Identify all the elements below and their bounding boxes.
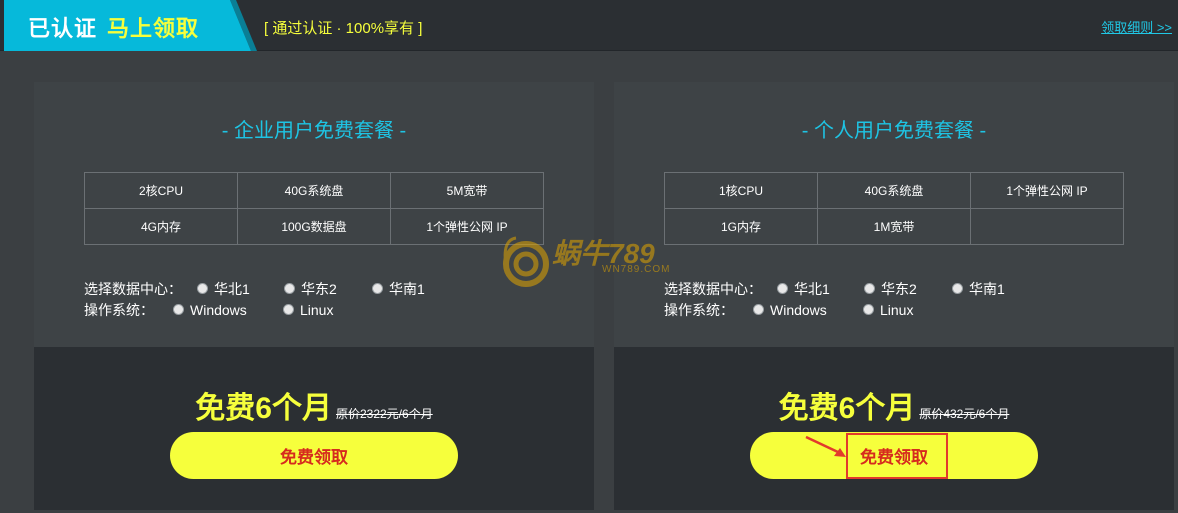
radio-label: Windows	[190, 301, 247, 318]
spec-cell: 1个弹性公网 IP	[390, 208, 544, 245]
radio-label: 华南1	[389, 280, 425, 297]
header-subtitle: [ 通过认证 · 100%享有 ]	[264, 20, 423, 37]
radio-os-linux[interactable]: Linux	[863, 302, 913, 318]
radio-circle[interactable]	[283, 304, 294, 315]
card-price-area: 免费6个月 原价2322元/6个月 免费领取	[34, 347, 594, 510]
radio-os-windows[interactable]: Windows	[753, 302, 863, 318]
radio-circle[interactable]	[197, 283, 208, 294]
radio-label: Windows	[770, 301, 827, 318]
radio-label: 华南1	[969, 280, 1005, 297]
radio-datacenter-east2[interactable]: 华东2	[864, 279, 952, 299]
radio-datacenter-north1[interactable]: 华北1	[197, 279, 284, 299]
spec-cell: 1核CPU	[664, 172, 818, 209]
verified-label: 已认证	[28, 16, 98, 41]
table-row: 2核CPU 40G系统盘 5M宽带	[84, 172, 544, 209]
header-bar: 已认证 马上领取 [ 通过认证 · 100%享有 ] 领取细则 >>	[0, 0, 1178, 51]
card-title: - 个人用户免费套餐 -	[801, 120, 987, 142]
price-free-label: 免费6个月	[778, 392, 916, 425]
radio-circle[interactable]	[372, 283, 383, 294]
radio-circle[interactable]	[777, 283, 788, 294]
radio-circle[interactable]	[284, 283, 295, 294]
spec-cell: 1M宽带	[817, 208, 971, 245]
spec-table: 1核CPU 40G系统盘 1个弹性公网 IP 1G内存 1M宽带	[664, 172, 1124, 245]
radio-circle[interactable]	[952, 283, 963, 294]
os-label: 操作系统：	[84, 301, 154, 318]
radio-label: 华东2	[301, 280, 337, 297]
price-free-label: 免费6个月	[195, 392, 332, 425]
radio-label: 华北1	[214, 280, 250, 297]
spec-cell: 1G内存	[664, 208, 818, 245]
spec-cell: 40G系统盘	[237, 172, 391, 209]
radio-os-windows[interactable]: Windows	[173, 302, 283, 318]
spec-cell: 4G内存	[84, 208, 238, 245]
radio-circle[interactable]	[753, 304, 764, 315]
radio-label: 华东2	[881, 280, 917, 297]
radio-circle[interactable]	[173, 304, 184, 315]
table-row: 4G内存 100G数据盘 1个弹性公网 IP	[84, 208, 544, 245]
spec-cell: 1个弹性公网 IP	[970, 172, 1124, 209]
spec-cell: 100G数据盘	[237, 208, 391, 245]
claim-rules-link[interactable]: 领取细则 >>	[1101, 17, 1172, 36]
spec-cell: 5M宽带	[390, 172, 544, 209]
enterprise-plan-card: - 企业用户免费套餐 - 2核CPU 40G系统盘 5M宽带 4G内存 100G…	[34, 82, 594, 510]
datacenter-label: 选择数据中心：	[664, 280, 762, 297]
datacenter-row: 选择数据中心： 华北1 华东2 华南1	[84, 278, 425, 299]
spec-cell	[970, 208, 1124, 245]
spec-cell: 2核CPU	[84, 172, 238, 209]
red-arrow-icon	[805, 435, 846, 457]
card-title: - 企业用户免费套餐 -	[221, 120, 407, 142]
price-line: 免费6个月 原价432元/6个月	[614, 383, 1174, 427]
radio-label: Linux	[880, 301, 914, 318]
card-price-area: 免费6个月 原价432元/6个月 免费领取	[614, 347, 1174, 510]
claim-now-label: 马上领取	[107, 16, 200, 41]
original-price: 原价432元/6个月	[919, 407, 1010, 421]
os-row: 操作系统： Windows Linux	[664, 299, 1005, 320]
radio-circle[interactable]	[864, 283, 875, 294]
table-row: 1核CPU 40G系统盘 1个弹性公网 IP	[664, 172, 1124, 209]
radio-label: Linux	[300, 301, 334, 318]
claim-button-label: 免费领取	[280, 448, 348, 467]
highlight-annotation-box	[846, 433, 948, 479]
datacenter-row: 选择数据中心： 华北1 华东2 华南1	[664, 278, 1005, 299]
spec-table: 2核CPU 40G系统盘 5M宽带 4G内存 100G数据盘 1个弹性公网 IP	[84, 172, 544, 245]
radio-datacenter-south1[interactable]: 华南1	[952, 279, 1005, 299]
radio-label: 华北1	[794, 280, 830, 297]
radio-datacenter-north1[interactable]: 华北1	[777, 279, 864, 299]
original-price: 原价2322元/6个月	[335, 407, 433, 421]
radio-os-linux[interactable]: Linux	[283, 302, 333, 318]
datacenter-label: 选择数据中心：	[84, 280, 182, 297]
claim-free-button[interactable]: 免费领取	[170, 432, 458, 479]
table-row: 1G内存 1M宽带	[664, 208, 1124, 245]
price-line: 免费6个月 原价2322元/6个月	[34, 383, 594, 427]
radio-datacenter-east2[interactable]: 华东2	[284, 279, 372, 299]
personal-plan-card: - 个人用户免费套餐 - 1核CPU 40G系统盘 1个弹性公网 IP 1G内存…	[614, 82, 1174, 510]
os-label: 操作系统：	[664, 301, 734, 318]
spec-cell: 40G系统盘	[817, 172, 971, 209]
plan-options: 选择数据中心： 华北1 华东2 华南1 操作系统： Windows Linux	[84, 278, 425, 320]
radio-circle[interactable]	[863, 304, 874, 315]
plan-options: 选择数据中心： 华北1 华东2 华南1 操作系统： Windows Linux	[664, 278, 1005, 320]
radio-datacenter-south1[interactable]: 华南1	[372, 279, 425, 299]
os-row: 操作系统： Windows Linux	[84, 299, 425, 320]
